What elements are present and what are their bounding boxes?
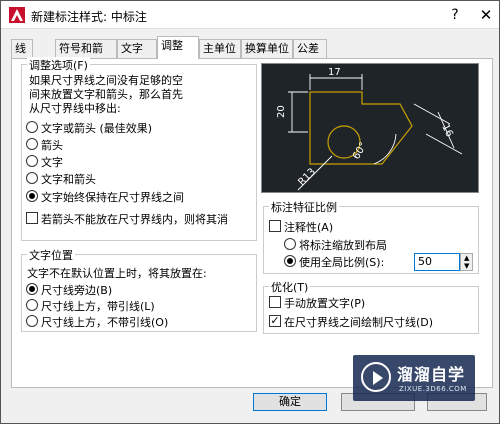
radio-text-label: 文字 (41, 156, 63, 169)
radio-text-or-arrows[interactable] (26, 121, 38, 133)
radio-over-with-leader[interactable] (26, 299, 38, 311)
radio-over-without-leader[interactable] (26, 315, 38, 327)
tab-fit[interactable]: 调整 (157, 36, 199, 59)
preview-dim-radius: R13 (296, 166, 318, 188)
close-button[interactable]: ✕ (477, 6, 495, 24)
fit-options-title: 调整选项(F) (27, 57, 90, 73)
tab-primary-units[interactable]: 主单位 (199, 39, 241, 59)
draw-dim-line-label: 在尺寸界线之间绘制尺寸线(D) (284, 316, 434, 329)
suppress-arrows-label: 若箭头不能放在尺寸界线内，则将其消 (41, 213, 228, 226)
radio-beside-dim-line-label: 尺寸线旁边(B) (41, 284, 113, 297)
tab-strip: 线 符号和箭头 文字 调整 主单位 换算单位 公差 (11, 36, 491, 73)
draw-dim-line-checkbox[interactable]: ✓ (269, 315, 281, 327)
autocad-app-icon (9, 7, 25, 23)
radio-use-global-scale-label: 使用全局比例(S): (299, 256, 385, 269)
manual-text-label: 手动放置文字(P) (284, 297, 366, 310)
preview-dim-20: 20 (276, 105, 287, 118)
tab-alternate-units[interactable]: 换算单位 (241, 39, 293, 59)
text-placement-description: 文字不在默认位置上时，将其放置在: (27, 267, 207, 280)
watermark-title: 溜溜自学 (397, 365, 466, 384)
dialog-window: 新建标注样式: 中标注 ? ✕ 线 符号和箭头 文字 调整 主单位 换算单位 公… (0, 0, 500, 424)
tab-lines[interactable]: 线 (11, 39, 33, 59)
ok-button[interactable]: 确定 (253, 393, 327, 411)
preview-dim-angle: 60° (351, 141, 369, 162)
spin-up-icon[interactable]: ▲ (464, 254, 469, 262)
radio-use-global-scale[interactable] (284, 255, 296, 267)
dimension-preview: 17 20 60° R13 16 (261, 63, 479, 193)
scale-group-title: 标注特征比例 (269, 199, 339, 215)
radio-text-or-arrows-label: 文字或箭头 (最佳效果) (41, 122, 153, 135)
radio-text-and-arrows[interactable] (26, 172, 38, 184)
radio-scale-to-layout[interactable] (284, 238, 296, 250)
radio-keep-text-between-label: 文字始终保持在尺寸界线之间 (41, 191, 184, 204)
radio-text[interactable] (26, 155, 38, 167)
annotative-checkbox[interactable] (269, 220, 281, 232)
radio-text-and-arrows-label: 文字和箭头 (41, 173, 96, 186)
fine-tuning-title: 优化(T) (269, 279, 311, 295)
radio-keep-text-between[interactable] (26, 190, 38, 202)
watermark-logo: 溜溜自学 ZIXUE.3D66.COM (353, 355, 475, 401)
preview-dim-diag: 16 (439, 123, 454, 139)
tab-symbols-arrows[interactable]: 符号和箭头 (55, 39, 117, 73)
manual-text-checkbox[interactable] (269, 296, 281, 308)
annotative-label: 注释性(A) (284, 221, 334, 234)
suppress-arrows-checkbox[interactable] (26, 212, 38, 224)
title-bar: 新建标注样式: 中标注 ? ✕ (1, 1, 499, 29)
fit-description-line-3: 从尺寸界线中移出: (29, 102, 121, 115)
radio-over-with-leader-label: 尺寸线上方，带引线(L) (41, 300, 155, 313)
preview-drawing: 17 20 60° R13 16 (276, 67, 463, 191)
radio-over-without-leader-label: 尺寸线上方，不带引线(O) (41, 316, 169, 329)
radio-arrows-label: 箭头 (41, 139, 63, 152)
spin-down-icon[interactable]: ▼ (464, 262, 469, 270)
dialog-title: 新建标注样式: 中标注 (31, 10, 147, 24)
play-logo-icon (361, 362, 391, 392)
tab-tolerances[interactable]: 公差 (293, 39, 327, 59)
radio-scale-to-layout-label: 将标注缩放到布局 (299, 239, 387, 252)
global-scale-spinner[interactable]: ▲ ▼ (460, 253, 473, 271)
help-button[interactable]: ? (447, 7, 463, 23)
tab-text[interactable]: 文字 (117, 39, 157, 59)
radio-beside-dim-line[interactable] (26, 283, 38, 295)
preview-dim-17: 17 (328, 67, 341, 78)
global-scale-input[interactable]: 50 (414, 253, 460, 271)
radio-arrows[interactable] (26, 138, 38, 150)
watermark-subtitle: ZIXUE.3D66.COM (399, 385, 467, 393)
text-placement-title: 文字位置 (27, 247, 75, 263)
